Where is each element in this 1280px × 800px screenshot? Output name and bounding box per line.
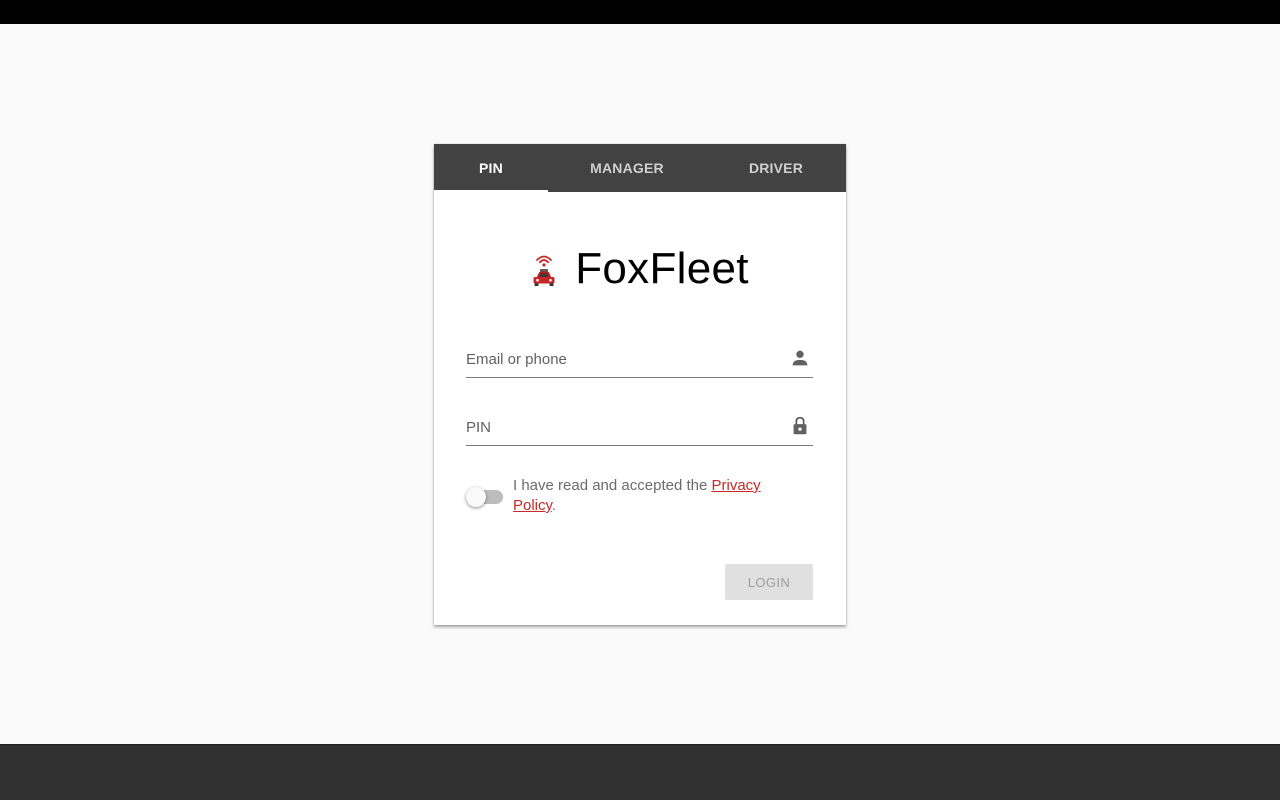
person-icon	[792, 350, 808, 366]
pin-field	[466, 405, 813, 446]
tab-driver[interactable]: DRIVER	[706, 144, 846, 192]
top-black-bar	[0, 0, 1280, 24]
privacy-toggle[interactable]	[466, 486, 503, 507]
login-tabs: PIN MANAGER DRIVER	[434, 144, 846, 192]
consent-prefix: I have read and accepted the	[513, 477, 712, 494]
login-card: PIN MANAGER DRIVER FoxFleet Email or pho…	[434, 144, 846, 625]
toggle-thumb	[466, 487, 486, 507]
privacy-consent-row: I have read and accepted the Privacy Pol…	[466, 476, 813, 520]
login-button[interactable]: LOGIN	[725, 564, 813, 600]
email-field	[466, 337, 813, 378]
consent-text: I have read and accepted the Privacy Pol…	[513, 476, 803, 516]
consent-suffix: .	[551, 497, 557, 514]
car-wifi-icon	[533, 255, 555, 286]
bottom-dark-bar	[0, 744, 1280, 800]
active-tab-indicator	[434, 190, 548, 192]
tab-manager[interactable]: MANAGER	[548, 144, 706, 192]
lock-icon	[793, 416, 807, 435]
tab-pin[interactable]: PIN	[434, 144, 548, 192]
app-title: FoxFleet	[575, 244, 749, 293]
brand-header: FoxFleet	[434, 244, 846, 298]
pin-input[interactable]	[466, 415, 776, 439]
email-input[interactable]	[466, 347, 776, 371]
